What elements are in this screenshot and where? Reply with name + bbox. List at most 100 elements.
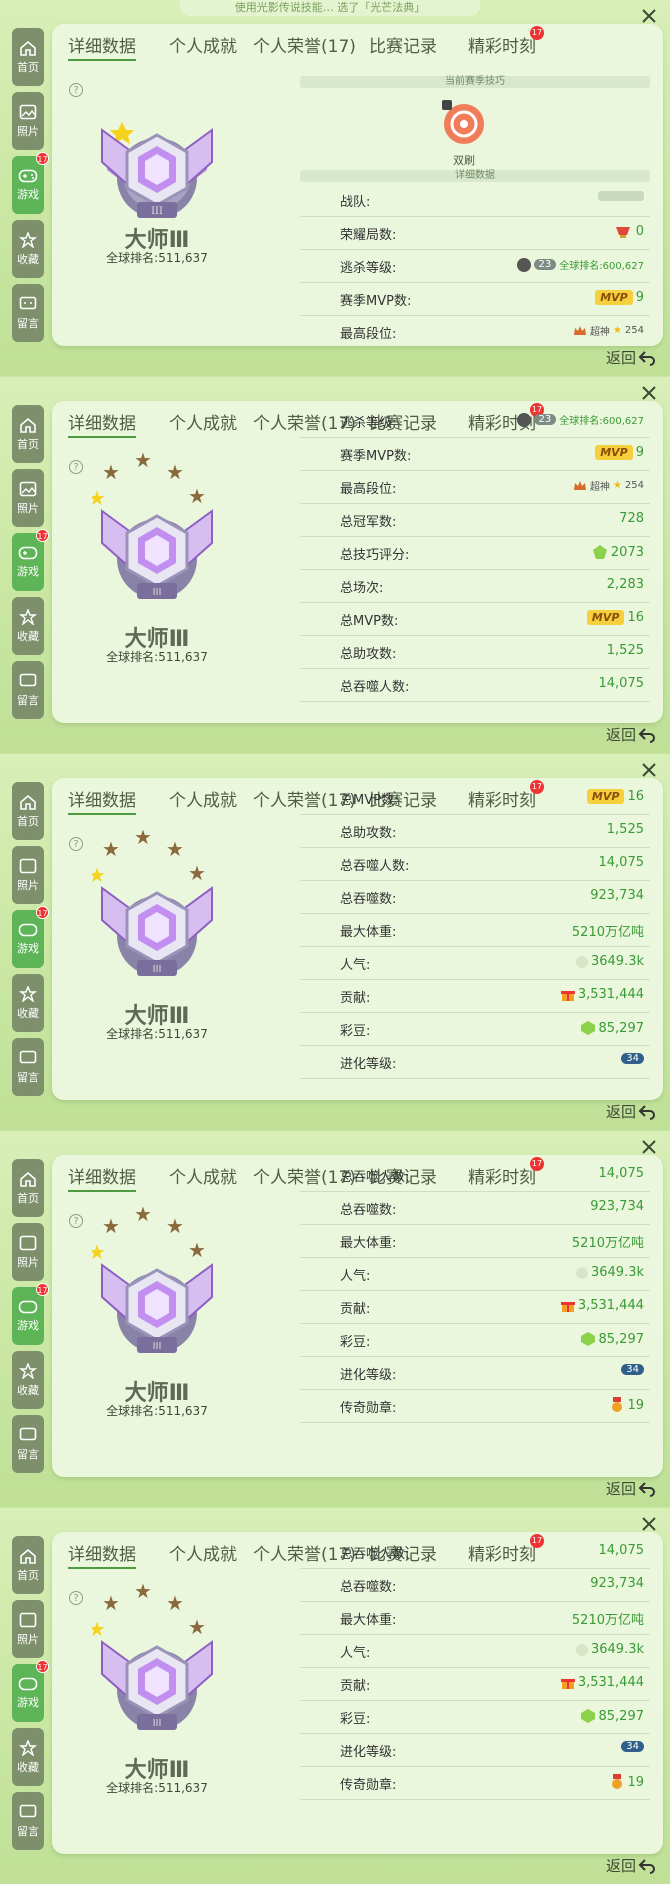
text-label: MVP — [586, 789, 625, 804]
detail-section-header: 详细数据 — [300, 170, 650, 182]
help-icon[interactable]: ? — [69, 83, 83, 97]
sidebar-item-game[interactable]: 17 游戏 — [12, 1660, 49, 1722]
tab-detail[interactable]: 详细数据 — [68, 786, 136, 815]
popularity-icon — [575, 1266, 588, 1279]
sidebar-item-photo[interactable]: 照片 — [12, 846, 44, 904]
stat-row-evolve: 进化等级: 34 — [300, 1046, 650, 1079]
collect-icon — [19, 1362, 37, 1379]
back-button[interactable]: 返回 — [606, 724, 656, 745]
profile-card: 详细数据 个人成就 个人荣誉(17) 比赛记录 精彩时刻 17 ? III 大师Ⅲ… — [52, 24, 663, 346]
profile-card: 详细数据 个人成就 个人荣誉(17) 比赛记录 精彩时刻 17 ? ★ ★ ★ ★ ★ … — [52, 1155, 663, 1477]
text-label: 1,525 — [606, 822, 644, 837]
sidebar-item-game[interactable]: 17 游戏 — [12, 906, 49, 968]
text-label: 14,075 — [598, 676, 645, 691]
sidebar-item-photo[interactable]: 照片 — [12, 92, 44, 150]
sidebar-item-home[interactable]: 首页 — [12, 405, 44, 463]
mvp-badge: MVP — [595, 290, 633, 305]
text-label: 9 — [635, 445, 644, 460]
svg-text:★: ★ — [102, 1591, 120, 1615]
stat-row-contribution: 贡献: 3,531,444 — [300, 1291, 650, 1324]
sidebar-item-message[interactable]: 留言 — [12, 284, 44, 342]
tab-highlights[interactable]: 精彩时刻 17 — [468, 26, 544, 57]
sidebar-item-message[interactable]: 留言 — [12, 1792, 44, 1850]
text-label: 游戏 — [17, 1318, 39, 1332]
text-label: 85,297 — [598, 1020, 645, 1036]
help-icon[interactable]: ? — [69, 1591, 83, 1605]
svg-text:★: ★ — [92, 1617, 106, 1641]
back-button[interactable]: 返回 — [606, 347, 656, 368]
text-label: 照片 — [17, 878, 39, 892]
tab-detail[interactable]: 详细数据 — [68, 409, 136, 438]
sidebar-item-collect[interactable]: 收藏 — [12, 1351, 44, 1409]
sidebar-item-game[interactable]: 17 游戏 — [12, 152, 49, 214]
text-label: 总吞噬数: — [340, 892, 397, 907]
text-label: 5210万亿吨 — [571, 925, 644, 940]
tab-detail[interactable]: 详细数据 — [68, 32, 136, 61]
tab-achievement[interactable]: 个人成就 — [169, 1163, 237, 1188]
help-icon[interactable]: ? — [69, 1214, 83, 1228]
tab-honor[interactable]: 个人荣誉(17) — [253, 32, 356, 57]
svg-text:★: ★ — [166, 1214, 184, 1238]
gift-icon — [560, 990, 575, 1001]
sidebar-item-message[interactable]: 留言 — [12, 1415, 44, 1473]
stat-row-team: 战队: — [300, 184, 650, 217]
global-rank: 全球排名:511,637 — [106, 1404, 208, 1418]
text-label: 总吞噬人数: — [340, 1170, 410, 1185]
evolve-badge: 34 — [621, 1053, 644, 1064]
sidebar-item-home[interactable]: 首页 — [12, 782, 44, 840]
tab-match-record[interactable]: 比赛记录 — [369, 32, 437, 57]
back-button[interactable]: 返回 — [606, 1855, 656, 1876]
text-label: 精彩时刻 — [468, 37, 536, 57]
popularity-icon — [575, 955, 588, 968]
tab-achievement[interactable]: 个人成就 — [169, 786, 237, 811]
sidebar-item-home[interactable]: 首页 — [12, 1159, 44, 1217]
sidebar-item-collect[interactable]: 收藏 — [12, 597, 44, 655]
text-label: 总吞噬数: — [340, 1203, 397, 1218]
rank-emblem-icon: ★ ★ ★★ ★ III — [92, 1203, 213, 1353]
gamepad-icon — [18, 1677, 38, 1690]
gamepad-icon — [18, 546, 38, 559]
text-label: 0 — [635, 224, 644, 239]
text-label: 3,531,444 — [577, 1675, 644, 1690]
sidebar-item-collect[interactable]: 收藏 — [12, 220, 44, 278]
tab-detail[interactable]: 详细数据 — [68, 1540, 136, 1569]
back-button[interactable]: 返回 — [606, 1101, 656, 1122]
svg-text:★: ★ — [102, 1214, 120, 1238]
sidebar-item-game[interactable]: 17 游戏 — [12, 529, 49, 591]
sidebar-item-message[interactable]: 留言 — [12, 1038, 44, 1096]
back-arrow-icon — [638, 1104, 655, 1120]
sidebar-item-home[interactable]: 首页 — [12, 28, 44, 86]
tab-detail[interactable]: 详细数据 — [68, 1163, 136, 1192]
help-icon[interactable]: ? — [69, 460, 83, 474]
collect-icon — [19, 608, 37, 625]
sidebar-item-home[interactable]: 首页 — [12, 1536, 44, 1594]
stat-row-evolve: 进化等级: 34 — [300, 1734, 650, 1767]
sidebar-item-photo[interactable]: 照片 — [12, 469, 44, 527]
sidebar-item-game[interactable]: 17 游戏 — [12, 1283, 49, 1345]
highlights-badge: 17 — [530, 26, 544, 40]
tab-achievement[interactable]: 个人成就 — [169, 32, 237, 57]
sidebar-item-message[interactable]: 留言 — [12, 661, 44, 719]
text-label: 贡献: — [340, 1302, 371, 1317]
text-label: 总MVP数: — [340, 614, 399, 629]
svg-text:★: ★ — [92, 1240, 106, 1264]
stat-row-eaten-players: 总吞噬人数: 14,075 — [300, 1536, 650, 1569]
sidebar-item-photo[interactable]: 照片 — [12, 1600, 44, 1658]
back-button[interactable]: 返回 — [606, 1478, 656, 1499]
text-label: 总吞噬数: — [340, 1580, 397, 1595]
tab-achievement[interactable]: 个人成就 — [169, 409, 237, 434]
global-rank: 全球排名:511,637 — [106, 251, 208, 265]
sidebar-item-collect[interactable]: 收藏 — [12, 1728, 44, 1786]
sidebar-item-collect[interactable]: 收藏 — [12, 974, 44, 1032]
text-label: 2073 — [610, 544, 644, 560]
tab-achievement[interactable]: 个人成就 — [169, 1540, 237, 1565]
stat-row-beans: 彩豆: 85,297 — [300, 1324, 650, 1357]
back-arrow-icon — [638, 1858, 655, 1874]
svg-text:★: ★ — [134, 449, 152, 472]
bean-icon — [580, 1709, 595, 1723]
text-label: 返回 — [605, 726, 636, 744]
sidebar-item-photo[interactable]: 照片 — [12, 1223, 44, 1281]
help-icon[interactable]: ? — [69, 837, 83, 851]
text-label: 728 — [619, 511, 644, 526]
text-label: 17 — [36, 1660, 49, 1673]
